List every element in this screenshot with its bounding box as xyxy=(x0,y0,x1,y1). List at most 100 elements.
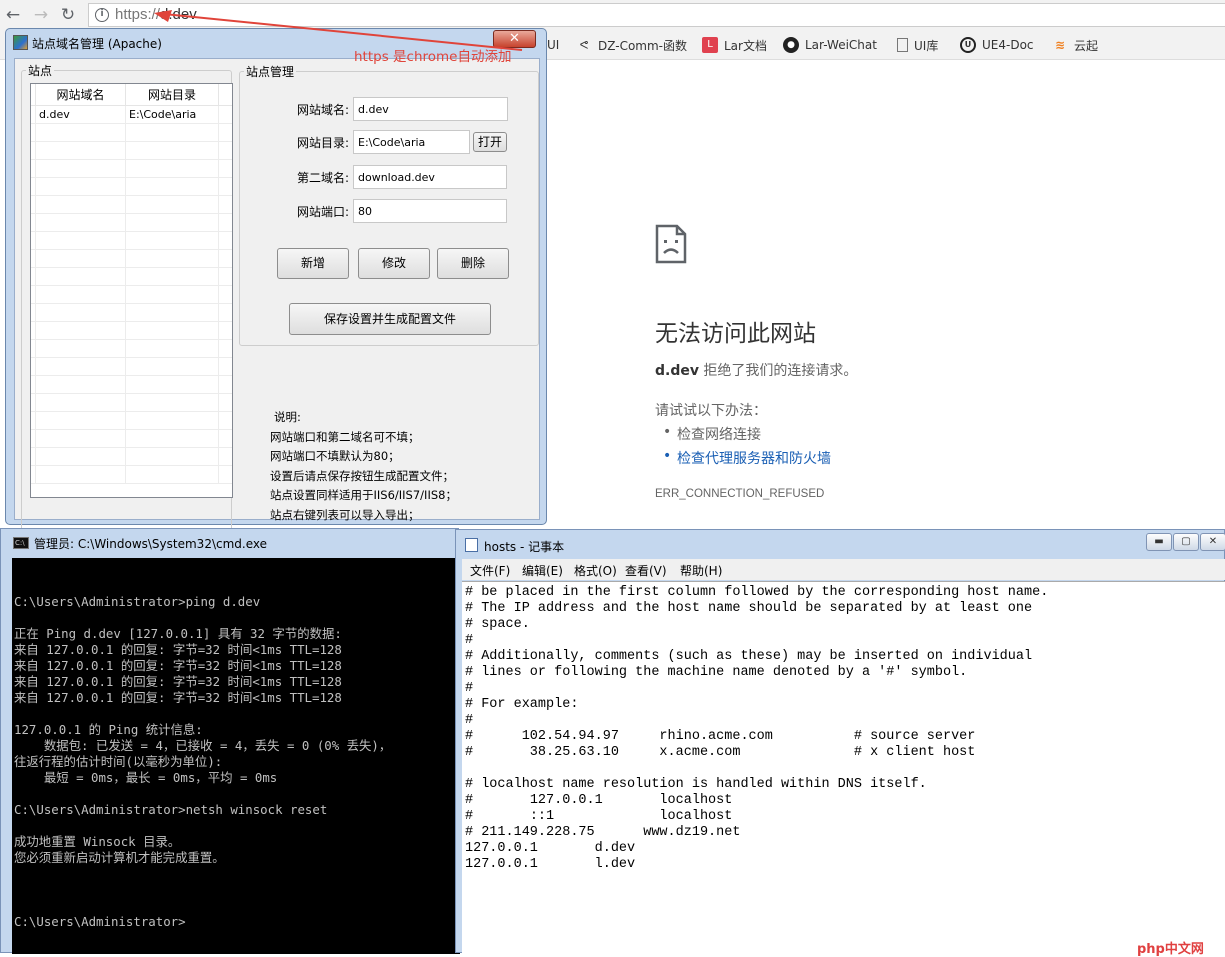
hosts-line: # 211.149.228.75 www.dz19.net xyxy=(465,825,741,840)
bookmark-label: Lar文档 xyxy=(724,38,767,53)
second-domain-input[interactable] xyxy=(353,165,507,189)
bookmark-ui-lib[interactable]: UI库 xyxy=(897,36,938,54)
back-arrow-icon[interactable]: ← xyxy=(2,4,24,26)
empty-table-row xyxy=(31,412,232,430)
empty-table-row xyxy=(31,340,232,358)
cmd-line xyxy=(14,578,391,594)
bookmark-dz-comm[interactable]: ᕙ DZ-Comm-函数 xyxy=(576,36,687,54)
cmd-line xyxy=(14,786,391,802)
column-header-domain[interactable]: 网站域名 xyxy=(36,84,126,105)
bookmark-ui[interactable]: UI xyxy=(547,36,559,54)
page-icon xyxy=(897,38,908,52)
menu-format[interactable]: 格式(O) xyxy=(574,562,617,579)
empty-table-row xyxy=(31,358,232,376)
open-dir-button[interactable]: 打开 xyxy=(473,132,507,152)
hosts-line: # Additionally, comments (such as these)… xyxy=(465,649,1033,664)
bookmark-label: DZ-Comm-函数 xyxy=(598,38,688,53)
cmd-line xyxy=(14,610,391,626)
port-input[interactable] xyxy=(353,199,507,223)
cmd-line: 来自 127.0.0.1 的回复: 字节=32 时间<1ms TTL=128 xyxy=(14,658,342,673)
empty-table-row xyxy=(31,232,232,250)
forward-arrow-icon[interactable]: → xyxy=(30,4,52,26)
cmd-line: 您必须重新启动计算机才能完成重置。 xyxy=(14,850,225,865)
notepad-editor[interactable]: # be placed in the first column followed… xyxy=(462,581,1225,954)
error-desc-text: 拒绝了我们的连接请求。 xyxy=(698,363,858,379)
menu-file[interactable]: 文件(F) xyxy=(470,562,510,579)
hosts-line xyxy=(465,761,1048,777)
dialog-body: 站点 站点管理 网站域名 网站目录 d.dev E:\Code\aria 网站域… xyxy=(14,58,540,532)
hosts-line: # xyxy=(465,633,474,648)
hosts-line: # 102.54.94.97 rhino.acme.com # source s… xyxy=(465,729,976,744)
empty-table-row xyxy=(31,214,232,232)
minimize-icon[interactable]: ▬ xyxy=(1146,533,1172,551)
cmd-title: 管理员: C:\Windows\System32\cmd.exe xyxy=(34,537,267,551)
cmd-line: C:\Users\Administrator>netsh winsock res… xyxy=(14,802,328,817)
error-title: 无法访问此网站 xyxy=(655,321,816,347)
bookmark-yunqi[interactable]: ≋ 云起 xyxy=(1052,36,1098,54)
save-config-button[interactable]: 保存设置并生成配置文件 xyxy=(289,303,491,335)
bookmark-lar-weichat[interactable]: ● Lar-WeiChat xyxy=(783,36,877,54)
cmd-line xyxy=(14,706,391,722)
github-icon: ● xyxy=(783,37,799,53)
notes: 说明: 网站端口和第二域名可不填； 网站端口不填默认为80； 设置后请点保存按钮… xyxy=(270,408,457,526)
suggestion-check-proxy-link[interactable]: 检查代理服务器和防火墙 xyxy=(663,448,831,468)
sad-page-icon xyxy=(655,224,687,264)
bookmark-lar-doc[interactable]: L Lar文档 xyxy=(702,36,767,54)
notepad-window: hosts - 记事本 ▬ ▢ ✕ 文件(F) 编辑(E) 格式(O) 查看(V… xyxy=(455,529,1225,954)
hosts-line: # lines or following the machine name de… xyxy=(465,665,968,680)
menu-view[interactable]: 查看(V) xyxy=(625,562,667,579)
cmd-line xyxy=(14,898,391,914)
port-label: 网站端口: xyxy=(296,205,349,219)
maximize-icon[interactable]: ▢ xyxy=(1173,533,1199,551)
note-line: 站点设置同样适用于IIS6/IIS7/IIS8； xyxy=(270,488,457,503)
empty-table-row xyxy=(31,196,232,214)
hosts-line: # space. xyxy=(465,617,530,632)
menu-edit[interactable]: 编辑(E) xyxy=(522,562,563,579)
column-header-dir[interactable]: 网站目录 xyxy=(126,84,219,105)
menu-help[interactable]: 帮助(H) xyxy=(680,562,722,579)
domain-label: 网站域名: xyxy=(296,103,349,117)
dir-input[interactable] xyxy=(353,130,470,154)
error-code: ERR_CONNECTION_REFUSED xyxy=(655,488,825,500)
site-manager-window: 站点域名管理 (Apache) ✕ 站点 站点管理 网站域名 网站目录 d.de… xyxy=(5,28,547,532)
hosts-line: # 38.25.63.10 x.acme.com # x client host xyxy=(465,745,976,760)
note-line: 网站端口不填默认为80； xyxy=(270,449,400,464)
empty-table-row xyxy=(31,160,232,178)
hosts-line: # xyxy=(465,681,474,696)
empty-table-row xyxy=(31,394,232,412)
second-domain-label: 第二域名: xyxy=(296,171,349,185)
hosts-line: 127.0.0.1 l.dev xyxy=(465,857,636,872)
empty-table-row xyxy=(31,448,232,466)
cmd-window: C:\ 管理员: C:\Windows\System32\cmd.exe C:\… xyxy=(0,528,460,954)
note-line: 设置后请点保存按钮生成配置文件； xyxy=(270,468,454,483)
cmd-line: 来自 127.0.0.1 的回复: 字节=32 时间<1ms TTL=128 xyxy=(14,690,342,705)
cmd-line xyxy=(14,882,391,898)
feather-icon: ᕙ xyxy=(579,38,589,52)
cmd-icon: C:\ xyxy=(13,537,29,549)
empty-table-row xyxy=(31,250,232,268)
empty-table-row xyxy=(31,142,232,160)
empty-table-row xyxy=(31,268,232,286)
close-icon[interactable]: ✕ xyxy=(1200,533,1225,551)
site-list-table[interactable]: 网站域名 网站目录 d.dev E:\Code\aria xyxy=(30,83,233,498)
delete-button[interactable]: 删除 xyxy=(437,248,509,279)
reload-icon[interactable]: ↻ xyxy=(57,4,79,26)
empty-table-row xyxy=(31,304,232,322)
cmd-line: 成功地重置 Winsock 目录。 xyxy=(14,834,181,849)
domain-input[interactable] xyxy=(353,97,508,121)
edit-button[interactable]: 修改 xyxy=(358,248,430,279)
info-icon[interactable]: i xyxy=(95,8,109,22)
add-button[interactable]: 新增 xyxy=(277,248,349,279)
notepad-title: hosts - 记事本 xyxy=(484,540,565,554)
hosts-line: # The IP address and the host name shoul… xyxy=(465,601,1033,616)
manage-group-label: 站点管理 xyxy=(246,65,295,79)
cmd-line xyxy=(14,562,391,578)
bookmark-ue4-doc[interactable]: U UE4-Doc xyxy=(960,36,1034,54)
error-page: 无法访问此网站 d.dev 拒绝了我们的连接请求。 请试试以下办法： 检查网络连… xyxy=(547,60,1225,530)
table-row[interactable]: d.dev E:\Code\aria xyxy=(31,106,232,124)
hosts-line: # For example: xyxy=(465,697,579,712)
hosts-line: # ::1 localhost xyxy=(465,809,733,824)
error-description: d.dev 拒绝了我们的连接请求。 xyxy=(655,360,857,380)
hosts-line: # 127.0.0.1 localhost xyxy=(465,793,733,808)
cmd-console[interactable]: C:\Users\Administrator>ping d.dev 正在 Ping… xyxy=(12,558,460,954)
